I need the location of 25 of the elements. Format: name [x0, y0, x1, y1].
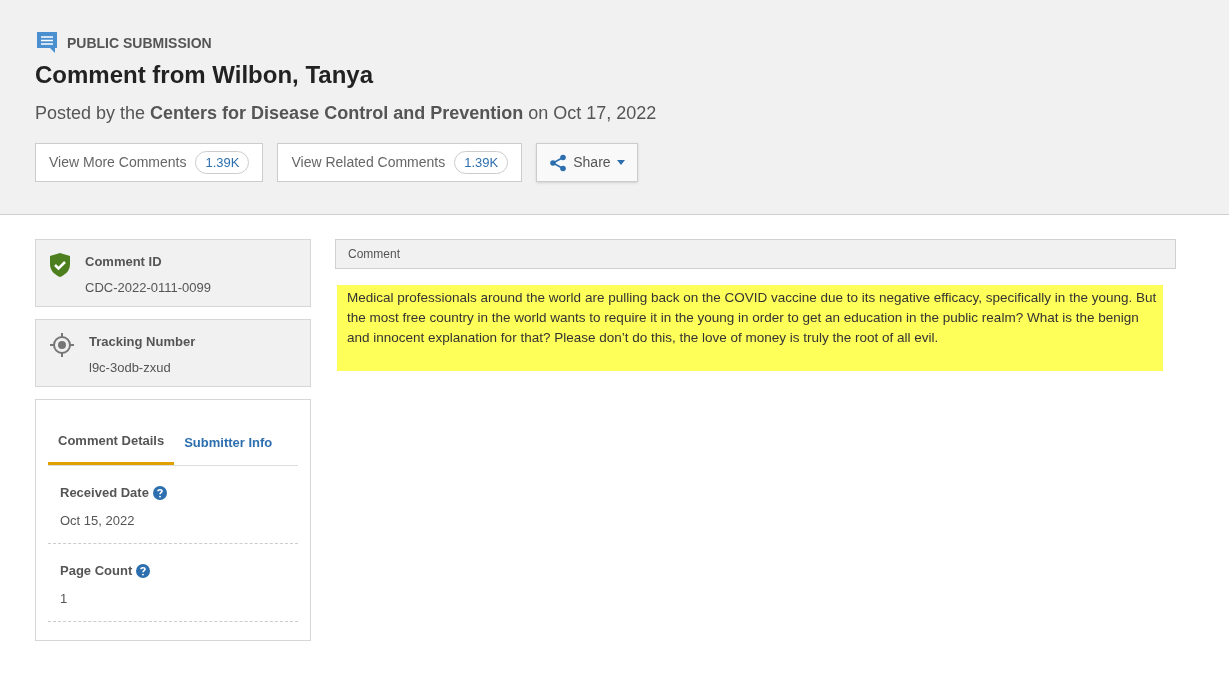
share-button[interactable]: Share [536, 143, 638, 182]
comment-text: Medical professionals around the world are pulling back on the COVID vaccine due to its negative efficacy, specifically in the young. But the most free country in the world wants to require it in the young in order to get an education in the public realm? What is the benign and innocent explanation for that? Please don’t do this, the love of money is truly the root of all evil. [337, 285, 1163, 371]
help-icon[interactable] [136, 563, 151, 578]
details-tab[interactable]: Submitter Info [174, 420, 283, 465]
page-title: Comment from Wilbon, Tanya [35, 60, 375, 90]
share-icon [549, 153, 568, 172]
category-label: PUBLIC SUBMISSION [67, 34, 212, 53]
card-label: Tracking Number [89, 333, 196, 351]
view-comments-button[interactable]: View More Comments 1.39K [35, 143, 264, 182]
card-label: Comment ID [85, 253, 163, 271]
card-value: l9c-3odb-zxud [89, 358, 172, 377]
target-icon [49, 332, 75, 358]
field-label: Received Date [60, 484, 149, 502]
help-icon[interactable] [152, 485, 167, 500]
field-label: Page Count [60, 562, 133, 580]
comment-heading: Comment [335, 239, 1176, 269]
posted-by-text: Posted by the Centers for Disease Control and Prevention on Oct 17, 2022 [35, 102, 658, 125]
card-value: CDC-2022-0111-0099 [85, 278, 211, 297]
field-value: 1 [60, 589, 69, 608]
details-tab[interactable]: Comment Details [48, 420, 175, 465]
view-comments-button[interactable]: View Related Comments 1.39K [277, 143, 523, 182]
field-value: Oct 15, 2022 [60, 511, 136, 530]
caret-icon [616, 160, 625, 165]
shield-check-icon [49, 252, 71, 278]
comment-icon [35, 30, 59, 54]
